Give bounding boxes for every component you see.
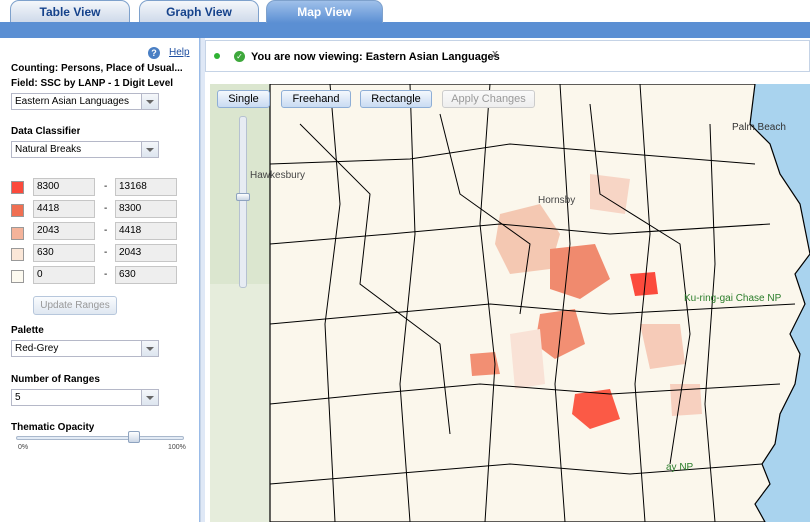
range-from-4[interactable]: 630 [33, 244, 95, 262]
tab-bar-strip [0, 22, 810, 38]
check-icon: ✓ [234, 51, 245, 62]
data-classifier-label: Data Classifier [11, 126, 81, 137]
help-icon[interactable]: ? [148, 47, 160, 59]
range-dash: - [104, 269, 108, 280]
range-to-1[interactable]: 13168 [115, 178, 177, 196]
freehand-select-button[interactable]: Freehand [281, 90, 351, 108]
help-link[interactable]: Help [169, 47, 190, 58]
update-ranges-button[interactable]: Update Ranges [33, 296, 117, 315]
opacity-slider[interactable] [16, 436, 184, 440]
apply-changes-button[interactable]: Apply Changes [442, 90, 535, 108]
zoom-slider[interactable] [239, 116, 247, 288]
range-from-1[interactable]: 8300 [33, 178, 95, 196]
map-label-palm-beach: Palm Beach [732, 122, 786, 133]
range-from-3[interactable]: 2043 [33, 222, 95, 240]
chevron-down-icon[interactable] [141, 390, 158, 405]
map-label-hornsby: Hornsby [538, 195, 576, 206]
range-swatch-5[interactable] [11, 270, 24, 283]
field-label: Field: SSC by LANP - 1 Digit Level [11, 78, 174, 89]
range-dash: - [104, 225, 108, 236]
chevron-down-icon[interactable] [141, 94, 158, 109]
zoom-slider-thumb[interactable] [236, 193, 250, 201]
opacity-max-label: 100% [168, 444, 186, 451]
range-to-5[interactable]: 630 [115, 266, 177, 284]
chevron-down-icon[interactable] [141, 341, 158, 356]
range-swatch-1[interactable] [11, 181, 24, 194]
palette-select[interactable]: Red-Grey [11, 340, 159, 357]
zone-shaded-7 [590, 174, 630, 214]
palette-value: Red-Grey [15, 343, 59, 354]
range-to-2[interactable]: 8300 [115, 200, 177, 218]
tab-graph-view[interactable]: Graph View [139, 0, 259, 22]
status-dot-icon [214, 53, 220, 59]
number-of-ranges-label: Number of Ranges [11, 374, 100, 385]
number-of-ranges-select[interactable]: 5 [11, 389, 159, 406]
data-classifier-select[interactable]: Natural Breaks [11, 141, 159, 158]
range-dash: - [104, 247, 108, 258]
close-icon[interactable]: x [492, 48, 498, 60]
tab-bar: Table View Graph View Map View [0, 0, 810, 38]
range-from-5[interactable]: 0 [33, 266, 95, 284]
range-from-2[interactable]: 4418 [33, 200, 95, 218]
single-select-button[interactable]: Single [217, 90, 270, 108]
number-of-ranges-value: 5 [15, 392, 21, 403]
range-dash: - [104, 203, 108, 214]
range-swatch-2[interactable] [11, 204, 24, 217]
map-label-hawkesbury: Hawkesbury [250, 170, 306, 181]
viewing-text: You are now viewing: Eastern Asian Langu… [251, 51, 500, 63]
tab-map-view[interactable]: Map View [266, 0, 383, 23]
counting-label: Counting: Persons, Place of Usual... [11, 63, 183, 74]
range-to-4[interactable]: 2043 [115, 244, 177, 262]
range-swatch-4[interactable] [11, 248, 24, 261]
field-select-value: Eastern Asian Languages [15, 96, 129, 107]
opacity-min-label: 0% [18, 444, 29, 451]
rectangle-select-button[interactable]: Rectangle [360, 90, 432, 108]
data-classifier-value: Natural Breaks [15, 144, 82, 155]
range-swatch-3[interactable] [11, 227, 24, 240]
range-to-3[interactable]: 4418 [115, 222, 177, 240]
tab-table-view[interactable]: Table View [10, 0, 130, 22]
opacity-slider-thumb[interactable] [128, 431, 140, 443]
map-label-np-north: Ku-ring-gai Chase NP [684, 293, 782, 304]
range-dash: - [104, 181, 108, 192]
map-canvas[interactable]: Palm Beach Hornsby Ku-ring-gai Chase NP … [210, 84, 810, 522]
map-label-np-south: ay NP [666, 462, 694, 473]
palette-label: Palette [11, 325, 44, 336]
thematic-opacity-label: Thematic Opacity [11, 422, 95, 433]
zone-shaded-9 [510, 329, 545, 389]
chevron-down-icon[interactable] [141, 142, 158, 157]
field-select[interactable]: Eastern Asian Languages [11, 93, 159, 110]
